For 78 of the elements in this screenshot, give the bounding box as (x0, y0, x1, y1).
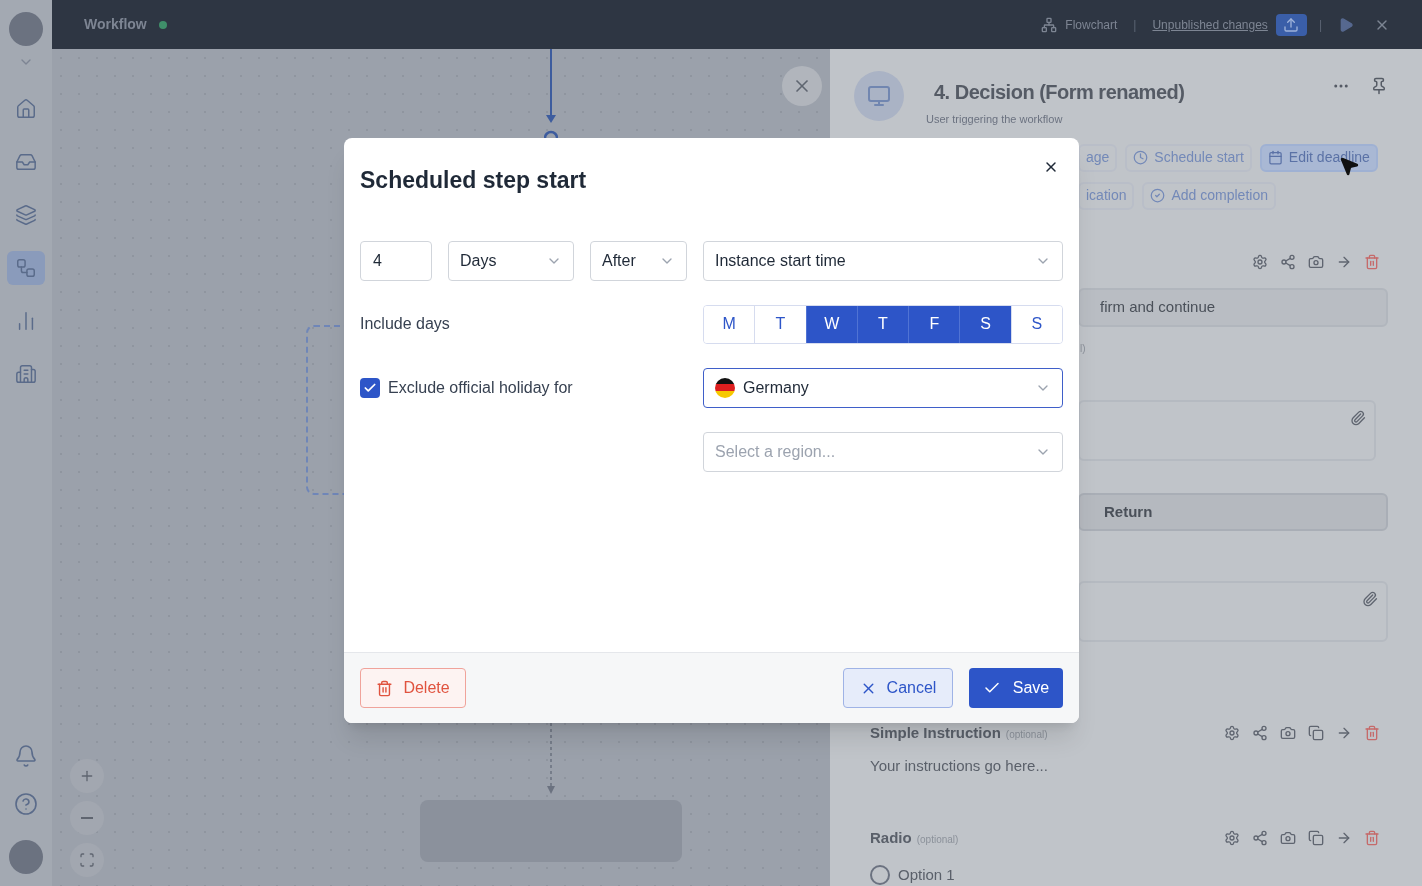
cancel-button[interactable]: Cancel (843, 668, 953, 708)
form-icon (867, 84, 891, 108)
amount-field[interactable]: 4 (360, 240, 432, 281)
building-icon (15, 363, 37, 385)
layers-icon (15, 204, 37, 226)
reference-select[interactable]: Instance start time (703, 240, 1063, 281)
zoom-in-button[interactable] (70, 759, 104, 793)
close-icon[interactable] (1043, 159, 1059, 175)
home-icon (15, 98, 37, 120)
flowchart-icon[interactable] (1041, 16, 1058, 33)
share-icon[interactable] (1280, 253, 1296, 270)
section-heading: Simple Instruction (870, 723, 1001, 743)
field-value: firm and continue (1100, 296, 1216, 317)
radio-button[interactable] (870, 864, 890, 885)
plus-icon (79, 768, 95, 784)
relation-select[interactable]: After (590, 240, 687, 281)
camera-icon[interactable] (1308, 253, 1324, 270)
upload-icon (1283, 16, 1300, 33)
close-button[interactable] (782, 66, 822, 106)
publish-button[interactable] (1275, 13, 1307, 36)
avatar[interactable] (9, 12, 43, 46)
day-toggle[interactable]: S (959, 305, 1011, 343)
share-icon[interactable] (1252, 830, 1268, 847)
step-subtitle: User triggering the workflow (926, 112, 1064, 127)
avatar[interactable] (9, 840, 43, 874)
trash-icon[interactable] (1364, 830, 1380, 847)
day-toggle[interactable]: T (856, 305, 909, 343)
holiday-label: Exclude official holiday for (388, 377, 573, 398)
radio-label: Option 1 (898, 864, 955, 885)
include-days-label: Include days (360, 314, 451, 334)
save-button[interactable]: Save (969, 668, 1063, 708)
dialog-title: Scheduled step start (360, 166, 587, 195)
settings-icon[interactable] (1224, 830, 1240, 847)
fullscreen-icon (79, 852, 95, 868)
calendar-icon (1267, 150, 1283, 165)
paperclip-icon (1362, 590, 1378, 607)
holiday-checkbox[interactable] (360, 377, 380, 398)
camera-icon[interactable] (1280, 830, 1296, 847)
check-circle-icon (1150, 188, 1166, 203)
trash-icon (376, 679, 394, 697)
workflow-icon (15, 257, 37, 279)
unpublished-changes-link[interactable]: Unpublished changes (1152, 15, 1268, 34)
settings-icon[interactable] (1224, 725, 1240, 742)
instruction-text: Your instructions go here... (870, 755, 1049, 776)
settings-icon[interactable] (1252, 253, 1268, 270)
unit-select[interactable]: Days (448, 240, 574, 281)
help-icon[interactable] (14, 792, 38, 816)
separator: | (1318, 16, 1322, 34)
workflow-title: Workflow (84, 15, 147, 34)
separator: | (1133, 16, 1137, 34)
flowchart-label[interactable]: Flowchart (1065, 15, 1118, 34)
camera-icon[interactable] (1280, 725, 1296, 742)
minus-icon (81, 817, 93, 819)
zoom-out-button[interactable] (70, 801, 104, 835)
bell-icon[interactable] (14, 744, 38, 768)
clock-icon (1133, 150, 1149, 165)
trash-icon[interactable] (1364, 253, 1380, 270)
flag-icon (715, 377, 735, 398)
delete-button[interactable]: Delete (360, 668, 466, 708)
return-button[interactable]: Return (1078, 493, 1388, 531)
paperclip-icon (1350, 409, 1366, 426)
text-field[interactable]: firm and continue (1078, 287, 1388, 327)
dashed-connector-arrow (544, 723, 558, 795)
step-title: 4. Decision (Form renamed) (934, 80, 1186, 105)
play-icon[interactable] (1338, 16, 1354, 33)
country-select[interactable]: Germany (703, 367, 1063, 408)
trash-icon[interactable] (1364, 725, 1380, 742)
inbox-icon (15, 151, 37, 173)
day-toggle[interactable]: F (908, 305, 960, 343)
pin-icon[interactable] (1370, 77, 1388, 95)
share-icon[interactable] (1252, 725, 1268, 742)
day-toggle[interactable]: S (1010, 305, 1062, 343)
section-heading: Radio (870, 828, 912, 848)
fit-view-button[interactable] (70, 843, 104, 877)
day-toggle[interactable]: W (805, 305, 857, 343)
sidebar-item[interactable] (7, 251, 45, 285)
copy-icon[interactable] (1308, 725, 1324, 742)
copy-icon[interactable] (1308, 830, 1324, 847)
